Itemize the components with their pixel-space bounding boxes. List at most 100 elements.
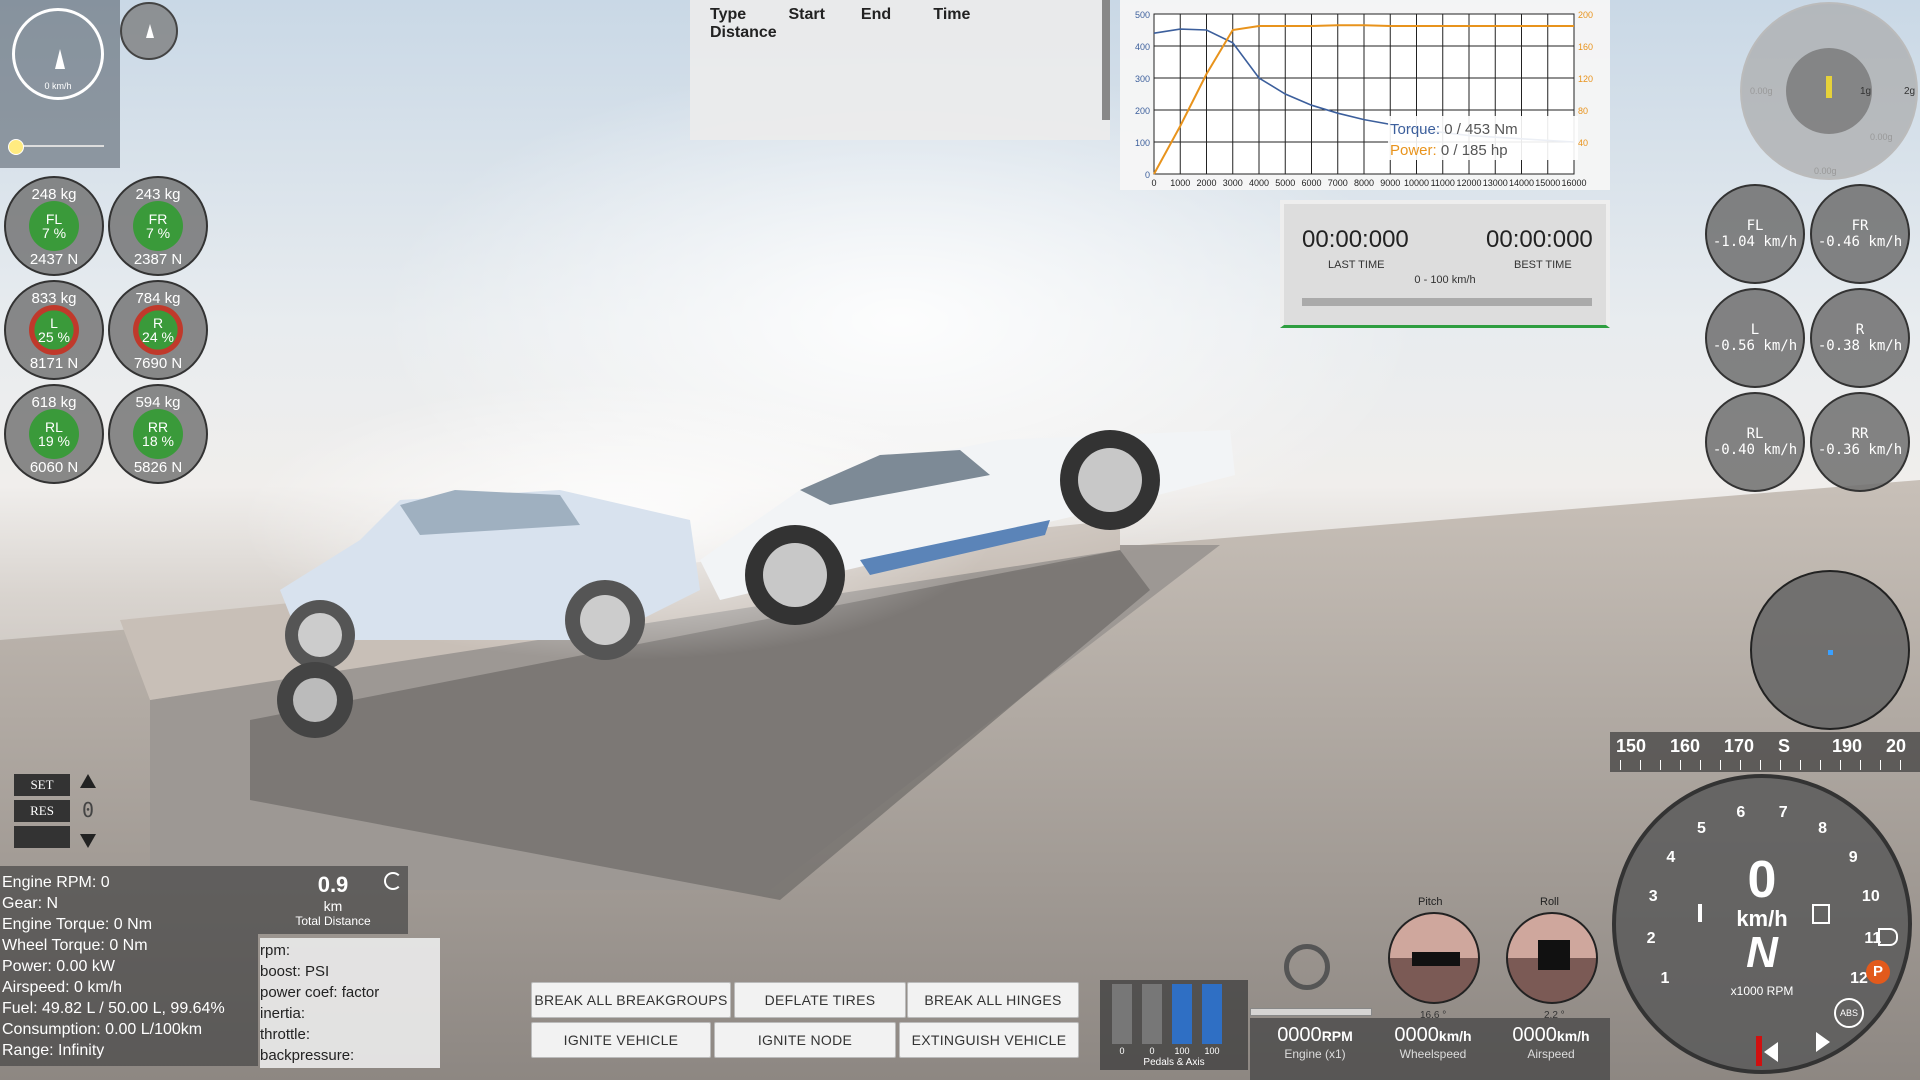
break-breakgroups-button[interactable]: BREAK ALL BREAKGROUPS <box>531 982 731 1018</box>
wheel-speed-value: -0.56 km/h <box>1712 338 1798 354</box>
compass-strip: 150 160 170 S 190 20 <box>1610 732 1920 772</box>
pickup-truck-icon <box>1412 952 1460 966</box>
y-tick-right: 40 <box>1578 138 1588 148</box>
cruise-down-icon[interactable] <box>80 834 96 848</box>
slider-handle[interactable] <box>8 139 24 155</box>
readouts-panel: 0000RPM Engine (x1) 0000km/h Wheelspeed 0000… <box>1250 1018 1610 1080</box>
x-tick: 7000 <box>1328 178 1348 188</box>
compass-label: 150 <box>1616 736 1647 756</box>
wheel-name: FL <box>45 211 63 227</box>
wheel-speed-value: -0.38 km/h <box>1817 338 1903 354</box>
engine-info-line: Airspeed: 0 km/h <box>2 979 123 996</box>
x-tick: 6000 <box>1301 178 1321 188</box>
wheel-speed-name: R <box>1855 322 1865 338</box>
load-percent: 7 % <box>41 225 67 241</box>
wheel-speed-l: L -0.56 km/h <box>1705 288 1805 388</box>
speedometer: 1 2 3 4 5 6 7 8 9 10 11 12 0 km/h N x1000 RPM ABS P <box>1612 774 1912 1074</box>
cruise-res-button[interactable]: RES <box>14 800 70 822</box>
pedals-panel: 0 0 100 100 Pedals & Axis <box>1100 980 1248 1070</box>
col-type: Type <box>710 6 747 23</box>
slider-track[interactable] <box>14 145 104 147</box>
wheel-name: L <box>50 315 58 331</box>
turbo-line: inertia: <box>260 1005 306 1022</box>
y-tick-right: 160 <box>1578 42 1593 52</box>
y-tick-left: 0 <box>1145 170 1150 180</box>
turbo-line: throttle: <box>260 1026 311 1043</box>
steering-wheel-icon <box>1284 944 1330 990</box>
turbo-line: power coef: factor <box>260 984 380 1001</box>
turn-left-icon <box>1764 1042 1778 1062</box>
cruise-set-button[interactable]: SET <box>14 774 70 796</box>
coolant-icon <box>1698 904 1702 922</box>
y-tick-left: 400 <box>1135 42 1150 52</box>
x-tick: 12000 <box>1456 178 1481 188</box>
readout-number: 0000 <box>1277 1024 1322 1046</box>
ignite-vehicle-button[interactable]: IGNITE VEHICLE <box>531 1022 711 1058</box>
y-tick-left: 500 <box>1135 10 1150 20</box>
rpm-label: x1000 RPM <box>1730 984 1794 998</box>
rpm-tick-label: 8 <box>1818 819 1827 837</box>
pedal-value: 100 <box>1174 1046 1190 1056</box>
pedals-label: Pedals & Axis <box>1143 1057 1205 1068</box>
break-hinges-button[interactable]: BREAK ALL HINGES <box>907 982 1079 1018</box>
load-newtons: 5826 N <box>133 459 183 476</box>
timer-progress <box>1302 298 1592 306</box>
readout-unit: RPM <box>1321 1028 1353 1044</box>
best-time-label: BEST TIME <box>1514 259 1572 271</box>
x-tick: 14000 <box>1509 178 1534 188</box>
x-tick: 4000 <box>1249 178 1269 188</box>
table-scrollbar[interactable] <box>1102 0 1110 120</box>
y-tick-right: 80 <box>1578 106 1588 116</box>
readout-label: Wheelspeed <box>1399 1047 1467 1061</box>
cruise-up-icon[interactable] <box>80 774 96 788</box>
pedal-bar-track <box>1112 984 1132 1044</box>
torque-curve-panel: 500 400 300 200 100 0 200 160 120 80 40 0 1000 2000 30… <box>1120 0 1610 190</box>
trip-label: Total Distance <box>295 914 371 928</box>
readout-label: Airspeed <box>1527 1047 1575 1061</box>
roll-gauge <box>1506 912 1598 1004</box>
wheel-speed-value: -0.36 km/h <box>1817 442 1903 458</box>
deflate-tires-button[interactable]: DEFLATE TIRES <box>734 982 906 1018</box>
engine-info-line: Gear: N <box>2 895 59 912</box>
extinguish-vehicle-button[interactable]: EXTINGUISH VEHICLE <box>899 1022 1079 1058</box>
wheel-load-fr: 243 kg FR 7 % 2387 N <box>108 176 208 276</box>
readout-unit: km/h <box>1438 1028 1472 1044</box>
pedal-bar-fill <box>1202 984 1222 1044</box>
cruise-off-icon[interactable] <box>14 826 70 848</box>
wheel-name: R <box>152 315 164 331</box>
pedal-value: 0 <box>1149 1046 1155 1056</box>
headlight-icon <box>1878 928 1898 946</box>
trip-reset-icon[interactable] <box>384 872 402 890</box>
readout-value: 0000km/h <box>1378 1024 1488 1047</box>
redline-marker <box>1756 1036 1762 1066</box>
wheel-speed-name: L <box>1750 322 1760 338</box>
drag-times-table: Type Start End Time Distance <box>690 0 1110 140</box>
x-tick: 2000 <box>1196 178 1216 188</box>
last-time-label: LAST TIME <box>1328 259 1385 271</box>
readout: 0000km/h Wheelspeed <box>1378 1024 1488 1061</box>
wheel-speed-rr: RR -0.36 km/h <box>1810 392 1910 492</box>
readout-label: Engine (x1) <box>1284 1047 1346 1061</box>
gforce-bottom: 0.00g <box>1814 166 1837 176</box>
pedal-bar-track <box>1142 984 1162 1044</box>
wheel-speed-fr: FR -0.46 km/h <box>1810 184 1910 284</box>
fuel-icon <box>1812 904 1830 924</box>
wheel-speed-name: RR <box>1851 426 1869 442</box>
compass-label: S <box>1778 736 1791 756</box>
trip-unit: km <box>323 898 343 914</box>
last-time: 00:00:000 <box>1302 226 1409 253</box>
load-ring: RL 19 % <box>29 409 79 459</box>
minimap-speed: 0 km/h <box>44 81 72 91</box>
wheel-speed-name: RL <box>1746 426 1764 442</box>
y-tick-left: 200 <box>1135 106 1150 116</box>
x-tick: 3000 <box>1223 178 1243 188</box>
parking-brake-icon: P <box>1866 960 1890 984</box>
radar-circle <box>1750 570 1910 730</box>
readout: 0000RPM Engine (x1) <box>1260 1024 1370 1061</box>
ignite-node-button[interactable]: IGNITE NODE <box>714 1022 896 1058</box>
y-tick-right: 120 <box>1578 74 1593 84</box>
load-percent: 19 % <box>38 433 70 449</box>
turbo-panel: rpm: boost: PSI power coef: factor inertia:… <box>260 938 440 1068</box>
roll-value: 2.2 ° <box>1544 1010 1565 1021</box>
compass-label: 20 <box>1886 736 1907 756</box>
